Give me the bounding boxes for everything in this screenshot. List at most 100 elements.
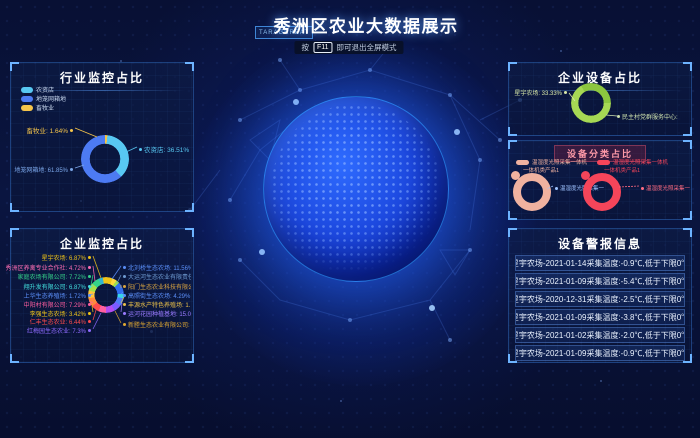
- legend-swatch: [21, 96, 33, 102]
- corner-bracket: [10, 203, 19, 212]
- pie-label-text: 翔升发有限公司: 6.87%: [24, 282, 86, 291]
- pie-callout-text: 民主村党群服务中心:: [622, 112, 678, 121]
- panel-title: 企业设备占比: [509, 69, 691, 86]
- pie-label-text: 北刘桥生态农场: 11.56%: [128, 263, 191, 272]
- pie-label-text: 丰源水产特色养殖场: 1.: [128, 300, 190, 309]
- pie-label-text: 大运河生态农业有限责任公: [128, 272, 191, 281]
- category-donut-left[interactable]: [513, 173, 551, 211]
- alert-row: 星宇农场-2021-01-09采集温度:-5.4℃,低于下限0℃: [515, 273, 685, 289]
- legend-label: 农资店: [36, 85, 54, 94]
- pie-label: 红梅园生态农业: 7.3%: [13, 326, 91, 335]
- pie-label: 新塍生态农业有限公司: 6.87: [123, 320, 191, 329]
- pie-label: 家庭农场有限公司: 7.72%: [13, 272, 91, 281]
- corner-bracket: [185, 228, 194, 237]
- corner-bracket: [185, 62, 194, 71]
- alert-row: 星宇农场-2021-01-14采集温度:-0.9℃,低于下限0℃: [515, 255, 685, 271]
- corner-bracket: [683, 211, 692, 220]
- pie-label-text: 星宇农场: 6.87%: [42, 253, 86, 262]
- background-dot: [560, 50, 562, 52]
- pie-callout-dilongwangxiang: 地笼网箱地: 61.85%: [11, 165, 73, 174]
- pie-label: 阳门生态农业科技有限公: [123, 282, 191, 291]
- corner-bracket: [185, 354, 194, 363]
- panel-title: 设备警报信息: [509, 235, 691, 252]
- pie-callout-text: 温湿度光照采集一: [646, 184, 690, 192]
- corner-bracket: [683, 140, 692, 149]
- pie-label: 大运河生态农业有限责任公: [123, 272, 191, 281]
- panel-enterprise-device: 企业设备占比 星宇农场: 33.33% 民主村党群服务中心:: [508, 62, 692, 136]
- globe-visualization: [263, 96, 449, 282]
- globe-dot-texture: [271, 104, 441, 274]
- legend-label: 温湿度光照采集一体机: [613, 158, 668, 166]
- pie-callout-text: 星宇农场: 33.33%: [514, 88, 562, 97]
- fullscreen-hint-bar: 按 F11 即可退出全屏模式: [294, 41, 403, 54]
- hint-suffix: 即可退出全屏模式: [337, 42, 397, 53]
- corner-bracket: [508, 140, 517, 149]
- legend-item-nongzidian[interactable]: 农资店: [21, 85, 54, 94]
- pie-label-text: 运河花园种植基地: 15.02%: [128, 309, 191, 318]
- alert-row: 星宇农场-2021-01-09采集温度:-3.8℃,低于下限0℃: [515, 309, 685, 325]
- f11-key-badge: F11: [313, 42, 333, 53]
- category-donut-left-knob: [511, 171, 520, 180]
- legend-swatch: [597, 160, 610, 165]
- device-ratio-donut-chart[interactable]: [571, 83, 611, 123]
- pie-label-text: 阳门生态农业科技有限公: [128, 282, 191, 291]
- pie-label: 仁丰生态农业: 6.44%: [13, 317, 91, 326]
- pie-label: 丰源水产特色养殖场: 1.: [123, 300, 191, 309]
- legend-item-dilongwangxiang[interactable]: 地笼网箱地: [21, 94, 66, 103]
- legend-item[interactable]: 温湿度光照采集一体机: [516, 158, 587, 166]
- dashboard-stage: TARAGRREAT 秀洲区农业大数据展示 按 F11 即可退出全屏模式 行业监…: [0, 0, 700, 438]
- alert-row: 星宇农场-2021-01-02采集温度:-2.0℃,低于下限0℃: [515, 327, 685, 343]
- pie-callout-text: 畜牧业: 1.64%: [26, 125, 68, 135]
- pie-label-text: 仁丰生态农业: 6.44%: [30, 317, 86, 326]
- legend-item[interactable]: 温湿度光照采集一体机: [597, 158, 668, 166]
- panel-device-alerts: 设备警报信息 星宇农场-2021-01-14采集温度:-0.9℃,低于下限0℃ …: [508, 228, 692, 363]
- panel-device-category: 设备分类占比 温湿度光照采集一体机 一体机类产品1 温湿度光照采集一 温湿度光照…: [508, 140, 692, 220]
- corner-bracket: [10, 354, 19, 363]
- hint-prefix: 按: [301, 42, 309, 53]
- panel-enterprise-monitor: 企业监控占比 星宇农场: 6.87% 秀洲区养禽专业合作社: 4.72% 家庭农…: [10, 228, 194, 363]
- pie-label: 北刘桥生态农场: 11.56%: [123, 263, 191, 272]
- corner-bracket: [508, 211, 517, 220]
- background-dot: [340, 400, 342, 402]
- pie-callout-text: 地笼网箱地: 61.85%: [14, 165, 68, 174]
- corner-bracket: [683, 62, 692, 71]
- page-title: 秀洲区农业大数据展示: [274, 12, 459, 37]
- pie-label: 翔升发有限公司: 6.87%: [13, 282, 91, 291]
- corner-bracket: [683, 127, 692, 136]
- pie-label-text: 红梅园生态农业: 7.3%: [27, 326, 86, 335]
- category-donut-right[interactable]: [583, 173, 621, 211]
- pie-callout: 温湿度光照采集一: [641, 184, 690, 192]
- industry-donut-chart[interactable]: [81, 135, 129, 183]
- legend-swatch: [21, 105, 33, 111]
- pie-label-text: 秀洲区养禽专业合作社: 4.72%: [6, 263, 86, 272]
- pie-label: 运河花园种植基地: 15.02%: [123, 309, 191, 318]
- panel-title: 企业监控占比: [11, 235, 193, 252]
- pie-callout-nongzidian: 农资店: 36.51%: [139, 144, 189, 154]
- corner-bracket: [508, 62, 517, 71]
- corner-bracket: [508, 127, 517, 136]
- pie-label-text: 新塍生态农业有限公司: 6.87: [128, 320, 191, 329]
- enterprise-donut-chart[interactable]: [88, 277, 124, 313]
- pie-callout-xingyu: 星宇农场: 33.33%: [509, 88, 567, 97]
- pie-callout-xumuye: 畜牧业: 1.64%: [15, 125, 73, 135]
- legend-swatch: [21, 87, 33, 93]
- background-dot: [600, 380, 602, 382]
- legend-label: 温湿度光照采集一体机: [532, 158, 587, 166]
- panel-industry-monitor: 行业监控占比 农资店 地笼网箱地 畜牧业 畜牧业: 1.64% 农资店: 36.…: [10, 62, 194, 212]
- alert-row: 星宇农场-2020-12-31采集温度:-2.5℃,低于下限0℃: [515, 291, 685, 307]
- pie-label: 上华生态养殖场: 1.72%: [13, 291, 91, 300]
- corner-bracket: [10, 228, 19, 237]
- legend-sub-label[interactable]: 一体机类产品1: [604, 166, 640, 174]
- corner-bracket: [10, 62, 19, 71]
- panel-title: 行业监控占比: [11, 69, 193, 86]
- legend-label: 畜牧业: [36, 103, 54, 112]
- alert-row: 星宇农场-2021-01-09采集温度:-0.9℃,低于下限0℃: [515, 345, 685, 361]
- legend-label: 地笼网箱地: [36, 94, 66, 103]
- pie-label-text: 高照街生态农场: 4.29%: [128, 291, 190, 300]
- pie-label-text: 上华生态养殖场: 1.72%: [24, 291, 86, 300]
- pie-label-text: 家庭农场有限公司: 7.72%: [18, 272, 86, 281]
- pie-callout-minzhucun: 民主村党群服务中心:: [617, 112, 678, 121]
- pie-label: 高照街生态农场: 4.29%: [123, 291, 191, 300]
- legend-item-xumuye[interactable]: 畜牧业: [21, 103, 54, 112]
- legend-swatch: [516, 160, 529, 165]
